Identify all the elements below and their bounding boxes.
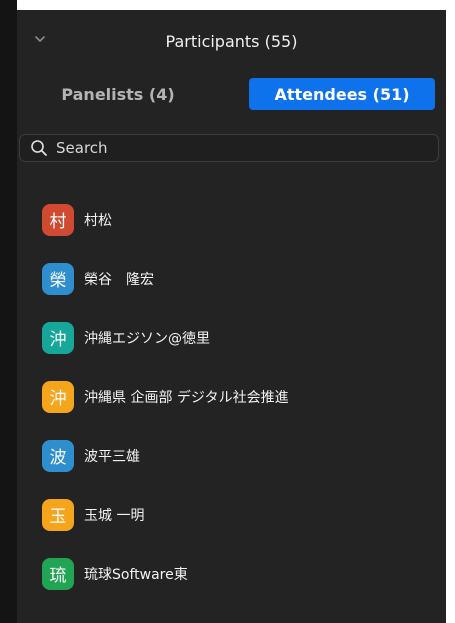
page-title: Participants (55) [165,32,298,51]
avatar: 村 [42,203,74,236]
panel-header: Participants (55) [17,10,446,72]
participant-name: 榮谷 隆宏 [84,271,154,288]
avatar: 玉 [42,498,74,531]
attendee-list: 村 村松 榮 榮谷 隆宏 沖 沖縄エジソン@徳里 沖 沖縄県 企画部 デジタル社… [17,190,446,603]
participants-panel: Participants (55) Panelists (4) Attendee… [17,10,446,623]
participant-name: 沖縄県 企画部 デジタル社会推進 [84,389,289,406]
avatar: 沖 [42,380,74,413]
list-item[interactable]: 沖 沖縄県 企画部 デジタル社会推進 [17,367,446,426]
tab-attendees[interactable]: Attendees (51) [249,78,435,110]
avatar: 沖 [42,321,74,354]
avatar: 琉 [42,557,74,590]
list-item[interactable]: 波 波平三雄 [17,426,446,485]
search-input[interactable] [56,139,416,157]
list-item[interactable]: 榮 榮谷 隆宏 [17,249,446,308]
participant-tabs: Panelists (4) Attendees (51) [33,78,446,110]
participant-name: 村松 [84,212,112,229]
list-item[interactable]: 玉 玉城 一明 [17,485,446,544]
list-item[interactable]: 沖 沖縄エジソン@徳里 [17,308,446,367]
participant-name: 玉城 一明 [84,507,145,524]
participant-name: 沖縄エジソン@徳里 [84,330,210,347]
tab-panelists[interactable]: Panelists (4) [33,78,203,110]
participants-window: Participants (55) Panelists (4) Attendee… [0,0,455,623]
participant-name: 琉球Software東 [84,566,188,583]
window-edge [0,0,17,623]
avatar: 榮 [42,262,74,295]
search-icon [31,140,47,156]
list-item[interactable]: 村 村松 [17,190,446,249]
search-bar[interactable] [19,134,439,162]
list-item[interactable]: 琉 琉球Software東 [17,544,446,603]
avatar: 波 [42,439,74,472]
participant-name: 波平三雄 [84,448,140,465]
